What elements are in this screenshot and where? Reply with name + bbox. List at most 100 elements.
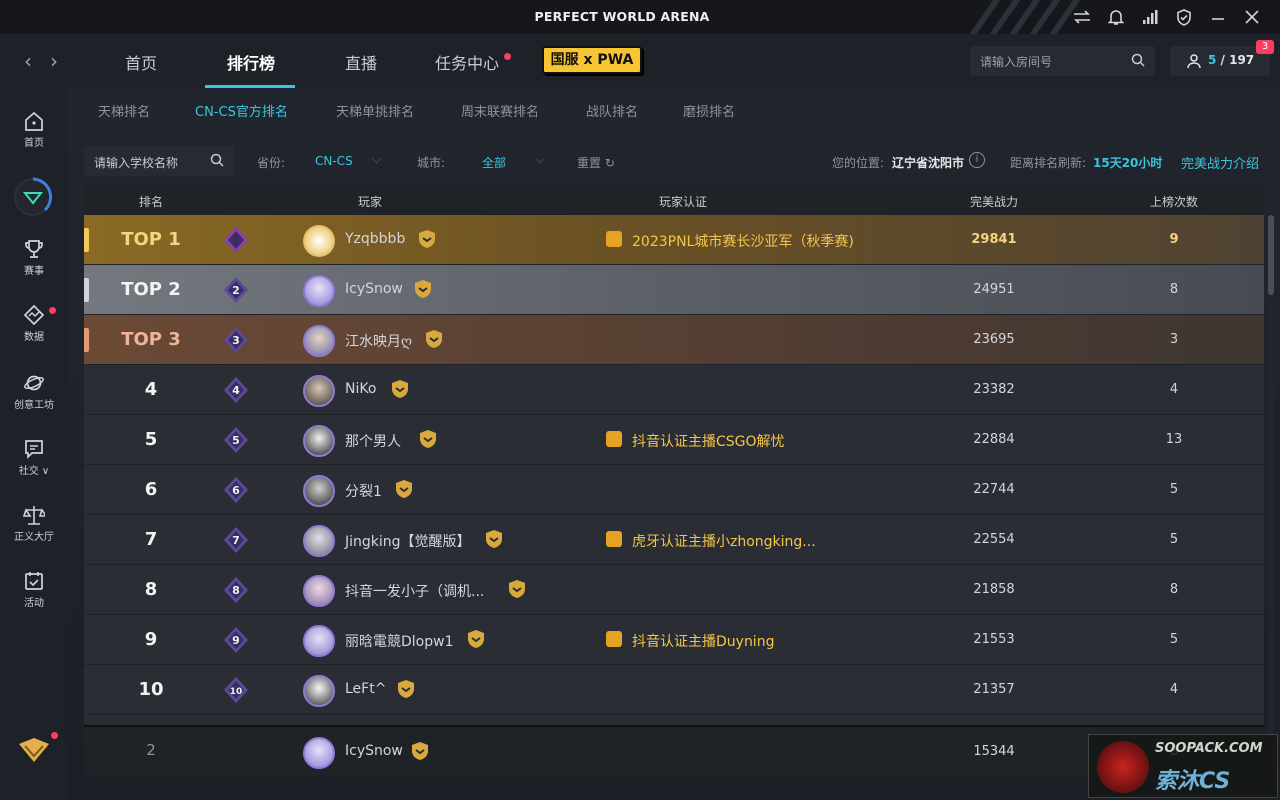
tier-badge-label: 9 bbox=[232, 634, 240, 647]
profile-rank-icon bbox=[14, 177, 53, 216]
sidebar-item-vip[interactable] bbox=[0, 732, 68, 764]
sidebar-item-social[interactable]: 社交 ∨ bbox=[0, 438, 68, 477]
power-intro-link[interactable]: 完美战力介绍 bbox=[1181, 153, 1259, 172]
tasks-notification-dot bbox=[504, 53, 511, 60]
signal-icon[interactable] bbox=[1140, 7, 1160, 27]
active-tab-indicator bbox=[205, 85, 295, 88]
avatar[interactable] bbox=[303, 225, 335, 257]
top-navigation: ‹ › 首页 排行榜 直播 任务中心 国服 x PWA 请输入房间号 5 / 1… bbox=[0, 34, 1280, 88]
avatar[interactable] bbox=[303, 375, 335, 407]
header-cert: 玩家认证 bbox=[658, 195, 707, 209]
subtab-ladder-solo[interactable]: 天梯单挑排名 bbox=[336, 101, 414, 120]
sidebar-item-data[interactable]: 数据 bbox=[0, 304, 68, 343]
avatar[interactable] bbox=[303, 475, 335, 507]
cert-badge-icon bbox=[606, 231, 622, 247]
player-name[interactable]: Yzqbbbb bbox=[345, 231, 405, 247]
sidebar-item-justice[interactable]: 正义大厅 bbox=[0, 504, 68, 543]
chevron-down-icon[interactable]: ⌵ bbox=[535, 152, 544, 167]
player-name[interactable]: 江水映月ღ bbox=[345, 331, 412, 351]
my-player-name[interactable]: IcySnow bbox=[345, 743, 403, 759]
table-row[interactable]: 9 9 丽晗電競Dlopw1 抖音认证主播Duyning 21553 5 bbox=[84, 615, 1264, 665]
table-row[interactable]: TOP 1 Yzqbbbb 2023PNL城市赛长沙亚军（秋季赛) 29841 9 bbox=[84, 215, 1264, 265]
sidebar-item-workshop[interactable]: 创意工坊 bbox=[0, 372, 68, 411]
verified-shield-icon bbox=[420, 430, 436, 448]
scrollbar-thumb[interactable] bbox=[1268, 215, 1274, 295]
avatar[interactable] bbox=[303, 275, 335, 307]
header-power: 完美战力 bbox=[969, 195, 1018, 209]
table-row[interactable]: 4 4 NiKo 23382 4 bbox=[84, 365, 1264, 415]
nav-tab-home[interactable]: 首页 bbox=[125, 50, 157, 74]
minimize-icon[interactable] bbox=[1208, 7, 1228, 27]
times-cell: 8 bbox=[1169, 282, 1179, 297]
player-name[interactable]: 丽晗電競Dlopw1 bbox=[345, 631, 453, 651]
my-rank-row[interactable]: 2 IcySnow 15344 8 bbox=[84, 725, 1264, 776]
rank-cell: 7 bbox=[144, 529, 158, 550]
sidebar-item-activity[interactable]: 活动 bbox=[0, 570, 68, 609]
school-search[interactable]: 请输入学校名称 bbox=[84, 146, 234, 176]
sidebar-label-activity: 活动 bbox=[24, 598, 44, 609]
nav-tab-leaderboard[interactable]: 排行榜 bbox=[227, 50, 275, 74]
info-icon[interactable]: i bbox=[969, 152, 985, 168]
sidebar-label-justice: 正义大厅 bbox=[14, 532, 54, 543]
rank-cell: TOP 3 bbox=[121, 329, 181, 350]
nav-tab-tasks[interactable]: 任务中心 bbox=[435, 50, 499, 74]
rank-cell: 6 bbox=[144, 479, 158, 500]
search-icon[interactable] bbox=[1131, 53, 1145, 71]
trophy-icon bbox=[25, 240, 43, 258]
subtab-wear[interactable]: 磨损排名 bbox=[683, 101, 735, 120]
subtab-cncs-official[interactable]: CN-CS官方排名 bbox=[195, 101, 288, 120]
avatar[interactable] bbox=[303, 425, 335, 457]
nav-tab-live[interactable]: 直播 bbox=[345, 50, 377, 74]
subtab-ladder[interactable]: 天梯排名 bbox=[98, 101, 150, 120]
search-icon[interactable] bbox=[210, 153, 224, 171]
table-row[interactable]: 6 6 分裂1 22744 5 bbox=[84, 465, 1264, 515]
shield-check-icon[interactable] bbox=[1174, 7, 1194, 27]
avatar[interactable] bbox=[303, 325, 335, 357]
room-search[interactable]: 请输入房间号 bbox=[970, 46, 1155, 76]
table-row[interactable]: TOP 2 2 IcySnow 24951 8 bbox=[84, 265, 1264, 315]
table-scrollbar[interactable] bbox=[1268, 215, 1274, 775]
avatar[interactable] bbox=[303, 675, 335, 707]
player-name[interactable]: Jingking【觉醒版】 bbox=[345, 531, 471, 551]
subtab-weekend-league[interactable]: 周末联赛排名 bbox=[461, 101, 539, 120]
back-arrow-icon[interactable]: ‹ bbox=[24, 49, 32, 73]
player-name[interactable]: NiKo bbox=[345, 381, 376, 397]
avatar[interactable] bbox=[303, 575, 335, 607]
table-row[interactable]: 7 7 Jingking【觉醒版】 虎牙认证主播小zhongking... 22554 5 bbox=[84, 515, 1264, 565]
reset-button[interactable]: 重置 ↻ bbox=[577, 154, 615, 171]
table-row[interactable]: 5 5 那个男人 抖音认证主播CSGO解忧 22884 13 bbox=[84, 415, 1264, 465]
table-row[interactable]: 10 10 LeFt^ 21357 4 bbox=[84, 665, 1264, 715]
chevron-down-icon[interactable]: ⌵ bbox=[372, 152, 381, 167]
bell-icon[interactable] bbox=[1106, 7, 1126, 27]
sidebar-item-home[interactable]: 首页 bbox=[0, 110, 68, 149]
subtab-team[interactable]: 战队排名 bbox=[586, 101, 638, 120]
player-name[interactable]: IcySnow bbox=[345, 281, 403, 297]
sidebar-item-events[interactable]: 赛事 bbox=[0, 238, 68, 277]
player-name[interactable]: 分裂1 bbox=[345, 481, 382, 501]
province-select[interactable]: CN-CS bbox=[315, 154, 353, 168]
swap-icon[interactable] bbox=[1072, 7, 1092, 27]
close-icon[interactable] bbox=[1242, 7, 1262, 27]
promo-banner-button[interactable]: 国服 x PWA bbox=[542, 46, 642, 74]
player-name[interactable]: 抖音一发小子（调机... bbox=[345, 581, 484, 601]
player-name[interactable]: LeFt^ bbox=[345, 681, 386, 697]
city-select[interactable]: 全部 bbox=[482, 154, 506, 171]
forward-arrow-icon[interactable]: › bbox=[50, 49, 58, 73]
diamond-badge-icon bbox=[19, 738, 49, 762]
avatar[interactable] bbox=[303, 525, 335, 557]
verified-shield-icon bbox=[415, 280, 431, 298]
player-counter[interactable]: 5 / 197 3 bbox=[1170, 40, 1274, 76]
school-search-placeholder: 请输入学校名称 bbox=[94, 156, 179, 170]
player-name[interactable]: 那个男人 bbox=[345, 431, 401, 451]
table-row[interactable]: 8 8 抖音一发小子（调机... 21858 8 bbox=[84, 565, 1264, 615]
tier-badge-label: 6 bbox=[232, 484, 240, 497]
my-rank: 2 bbox=[146, 741, 156, 759]
tier-badge-icon: 3 bbox=[224, 327, 248, 353]
table-row[interactable]: TOP 3 3 江水映月ღ 23695 3 bbox=[84, 315, 1264, 365]
avatar[interactable] bbox=[303, 625, 335, 657]
tier-badge-icon: 2 bbox=[224, 277, 248, 303]
times-cell: 4 bbox=[1169, 382, 1179, 397]
sidebar-item-profile[interactable] bbox=[0, 176, 68, 222]
players-icon bbox=[1186, 53, 1202, 73]
power-cell: 23382 bbox=[973, 382, 1015, 397]
